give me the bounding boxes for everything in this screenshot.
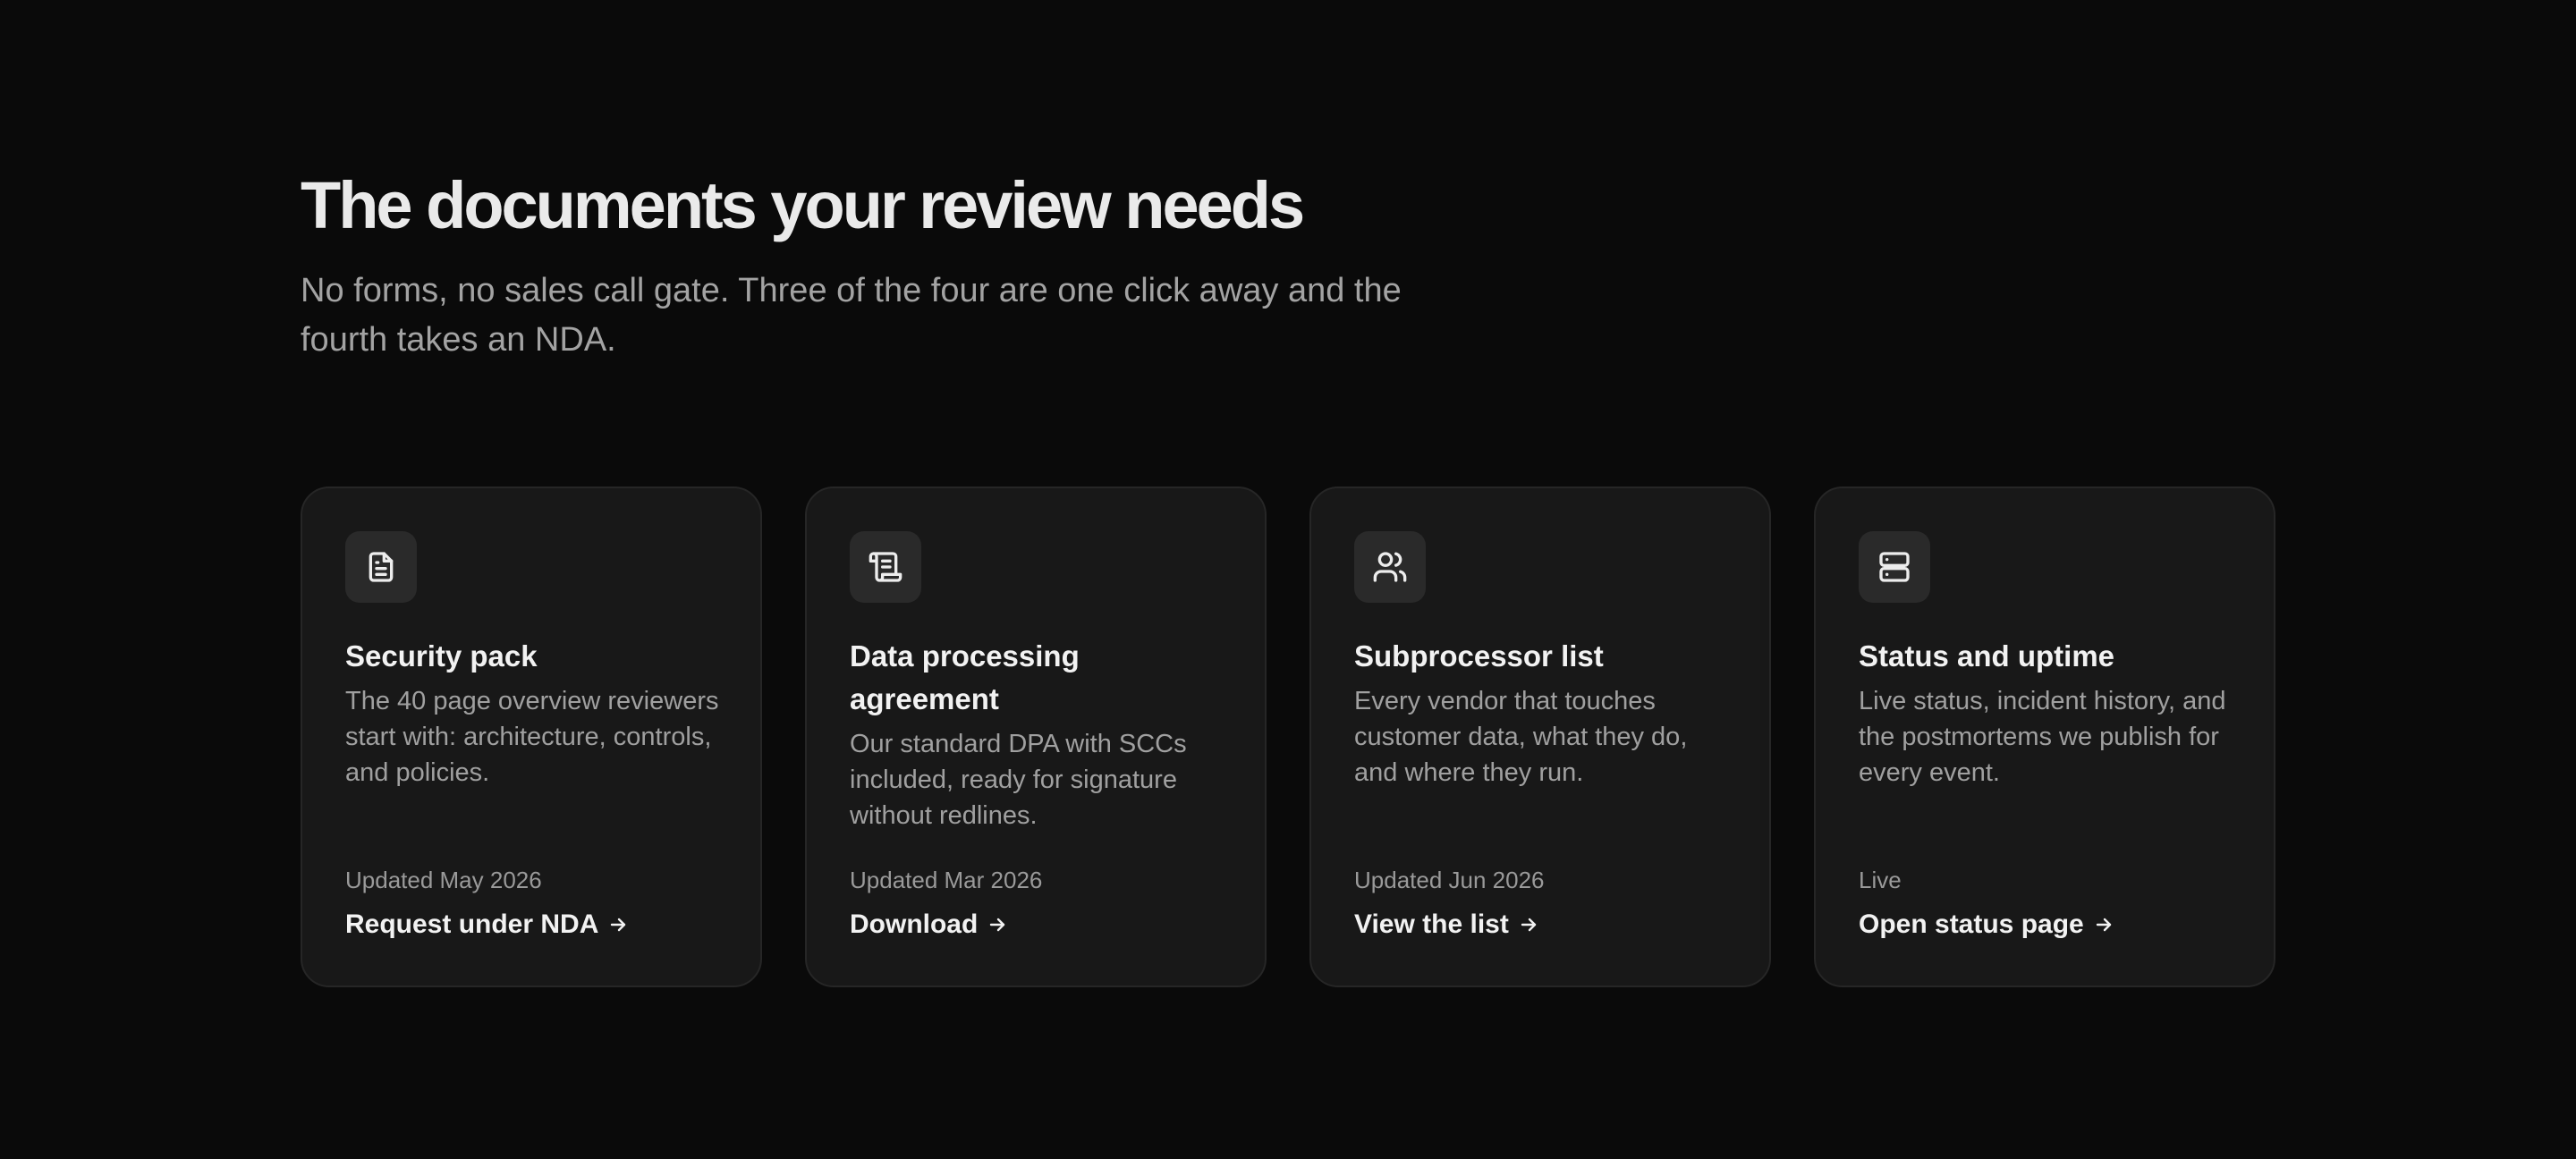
document-icon [345,531,417,603]
card-title: Data processing agreement [850,639,1080,715]
server-icon [1859,531,1930,603]
link-label: Open status page [1859,909,2084,939]
document-cards: Security pack The 40 page overview revie… [301,486,2275,987]
documents-section: The documents your review needs No forms… [0,0,2576,1159]
arrow-right-icon [2093,914,2114,935]
card-title: Status and uptime [1859,639,2115,673]
page-subtitle: No forms, no sales call gate. Three of t… [301,272,1402,359]
card-security-pack[interactable]: Security pack The 40 page overview revie… [301,486,762,987]
card-updated-date: Updated Jun 2026 [1354,867,1545,893]
card-status-label: Live [1859,867,1902,893]
card-updated-date: Updated May 2026 [345,867,542,893]
link-label: View the list [1354,909,1509,939]
arrow-right-icon [607,914,629,935]
page-title: The documents your review needs [301,168,1305,242]
card-data-processing-agreement[interactable]: Data processing agreement Our standard D… [805,486,1267,987]
link-label: Request under NDA [345,909,599,939]
card-description: Our standard DPA with SCCs included, rea… [850,730,1187,830]
users-icon [1354,531,1426,603]
card-description: The 40 page overview reviewers start wit… [345,687,719,787]
arrow-right-icon [987,914,1008,935]
link-label: Download [850,909,979,939]
card-subprocessor-list[interactable]: Subprocessor list Every vendor that touc… [1309,486,1771,987]
download-link[interactable]: Download [850,907,1008,943]
card-status-uptime[interactable]: Status and uptime Live status, incident … [1814,486,2275,987]
card-description: Every vendor that touches customer data,… [1354,687,1688,787]
request-nda-link[interactable]: Request under NDA [345,907,629,943]
card-description: Live status, incident history, and the p… [1859,687,2226,787]
section-header: The documents your review needs No forms… [301,168,1481,365]
card-title: Security pack [345,639,538,673]
card-title: Subprocessor list [1354,639,1604,673]
open-status-page-link[interactable]: Open status page [1859,907,2114,943]
arrow-right-icon [1518,914,1539,935]
card-updated-date: Updated Mar 2026 [850,867,1043,893]
view-list-link[interactable]: View the list [1354,907,1539,943]
scroll-icon [850,531,921,603]
